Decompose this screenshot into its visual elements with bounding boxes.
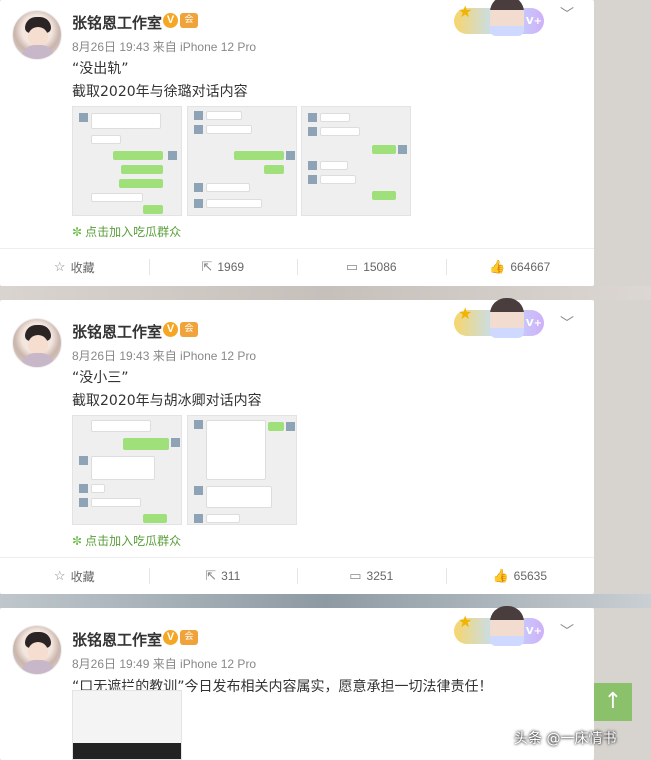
- repost-button[interactable]: ⇱ 1969: [148, 249, 298, 285]
- comment-button[interactable]: ▭ 3251: [297, 558, 446, 594]
- join-group-label: 点击加入吃瓜群众: [85, 225, 182, 239]
- join-group-link[interactable]: ✼ 点击加入吃瓜群众: [72, 532, 181, 549]
- weibo-post-card: 张铭恩工作室 V 会 ★ V+ ﹀ 8月26日 19:43 来自 iPhone 1…: [0, 298, 594, 594]
- post-meta: 8月26日 19:43 来自 iPhone 12 Pro: [72, 349, 257, 363]
- avatar[interactable]: [12, 318, 62, 368]
- action-bar: ☆ 收藏 ⇱ 1969 ▭ 15086 👍 664667: [0, 249, 594, 285]
- verified-badge-icon: V: [163, 13, 178, 28]
- background-band: [0, 594, 651, 608]
- vip-badge-icon: 会: [180, 322, 198, 337]
- post-image[interactable]: [72, 415, 182, 525]
- flower-icon: ✼: [72, 534, 83, 548]
- post-image[interactable]: [187, 415, 297, 525]
- post-text-line: “没小三”: [72, 370, 129, 386]
- vip-badge-icon: 会: [180, 13, 198, 28]
- comment-count: 3251: [366, 569, 394, 583]
- background-band: [0, 286, 651, 300]
- repost-count: 1969: [217, 260, 245, 274]
- join-group-label: 点击加入吃瓜群众: [85, 534, 182, 548]
- thumbs-up-icon: 👍: [492, 568, 509, 583]
- action-bar: ☆ 收藏 ⇱ 311 ▭ 3251 👍 65635: [0, 558, 594, 594]
- watermark: 头条 @一床情书: [514, 731, 617, 747]
- post-text-line: “没出轨”: [72, 61, 129, 77]
- post-text-line: 截取2020年与胡冰卿对话内容: [72, 393, 262, 409]
- author-name[interactable]: 张铭恩工作室: [72, 321, 162, 342]
- comment-icon: ▭: [349, 568, 362, 583]
- video-preview: [73, 743, 181, 759]
- card-decoration: ★ V+: [454, 298, 546, 338]
- star-outline-icon: ☆: [53, 568, 66, 583]
- repost-icon: ⇱: [205, 568, 217, 583]
- post-meta: 8月26日 19:49 来自 iPhone 12 Pro: [72, 657, 257, 671]
- scroll-to-top-button[interactable]: ↑: [594, 683, 632, 721]
- avatar[interactable]: [12, 10, 62, 60]
- post-video-thumbnail[interactable]: [72, 690, 182, 760]
- star-outline-icon: ☆: [53, 259, 66, 274]
- author-name[interactable]: 张铭恩工作室: [72, 629, 162, 650]
- card-decoration: ★ V+: [454, 0, 546, 36]
- avatar[interactable]: [12, 625, 62, 675]
- repost-button[interactable]: ⇱ 311: [148, 558, 298, 594]
- post-image[interactable]: [72, 106, 182, 216]
- comment-count: 15086: [363, 260, 397, 274]
- author-name[interactable]: 张铭恩工作室: [72, 12, 162, 33]
- chevron-down-icon[interactable]: ﹀: [560, 4, 574, 24]
- vip-badge-icon: 会: [180, 630, 198, 645]
- favorite-label: 收藏: [70, 260, 95, 275]
- post-image[interactable]: [301, 106, 411, 216]
- like-count: 664667: [510, 260, 551, 274]
- arrow-up-icon: ↑: [603, 689, 623, 714]
- comment-button[interactable]: ▭ 15086: [297, 249, 446, 285]
- comment-icon: ▭: [345, 259, 359, 274]
- like-count: 65635: [513, 569, 548, 583]
- flower-icon: ✼: [72, 225, 83, 239]
- favorite-label: 收藏: [70, 569, 95, 584]
- chevron-down-icon[interactable]: ﹀: [560, 621, 574, 641]
- post-meta: 8月26日 19:43 来自 iPhone 12 Pro: [72, 40, 257, 54]
- repost-icon: ⇱: [201, 259, 213, 274]
- card-decoration: ★ V+: [454, 606, 546, 646]
- like-button[interactable]: 👍 664667: [445, 249, 595, 285]
- repost-count: 311: [221, 569, 241, 583]
- like-button[interactable]: 👍 65635: [445, 558, 595, 594]
- favorite-button[interactable]: ☆ 收藏: [0, 558, 149, 594]
- verified-badge-icon: V: [163, 630, 178, 645]
- verified-badge-icon: V: [163, 322, 178, 337]
- join-group-link[interactable]: ✼ 点击加入吃瓜群众: [72, 223, 181, 240]
- chevron-down-icon[interactable]: ﹀: [560, 313, 574, 333]
- post-image[interactable]: [187, 106, 297, 216]
- favorite-button[interactable]: ☆ 收藏: [0, 249, 149, 285]
- post-text-line: 截取2020年与徐璐对话内容: [72, 84, 248, 100]
- thumbs-up-icon: 👍: [489, 259, 506, 274]
- weibo-post-card: 张铭恩工作室 V 会 ★ V+ ﹀ 8月26日 19:43 来自 iPhone 1…: [0, 0, 594, 286]
